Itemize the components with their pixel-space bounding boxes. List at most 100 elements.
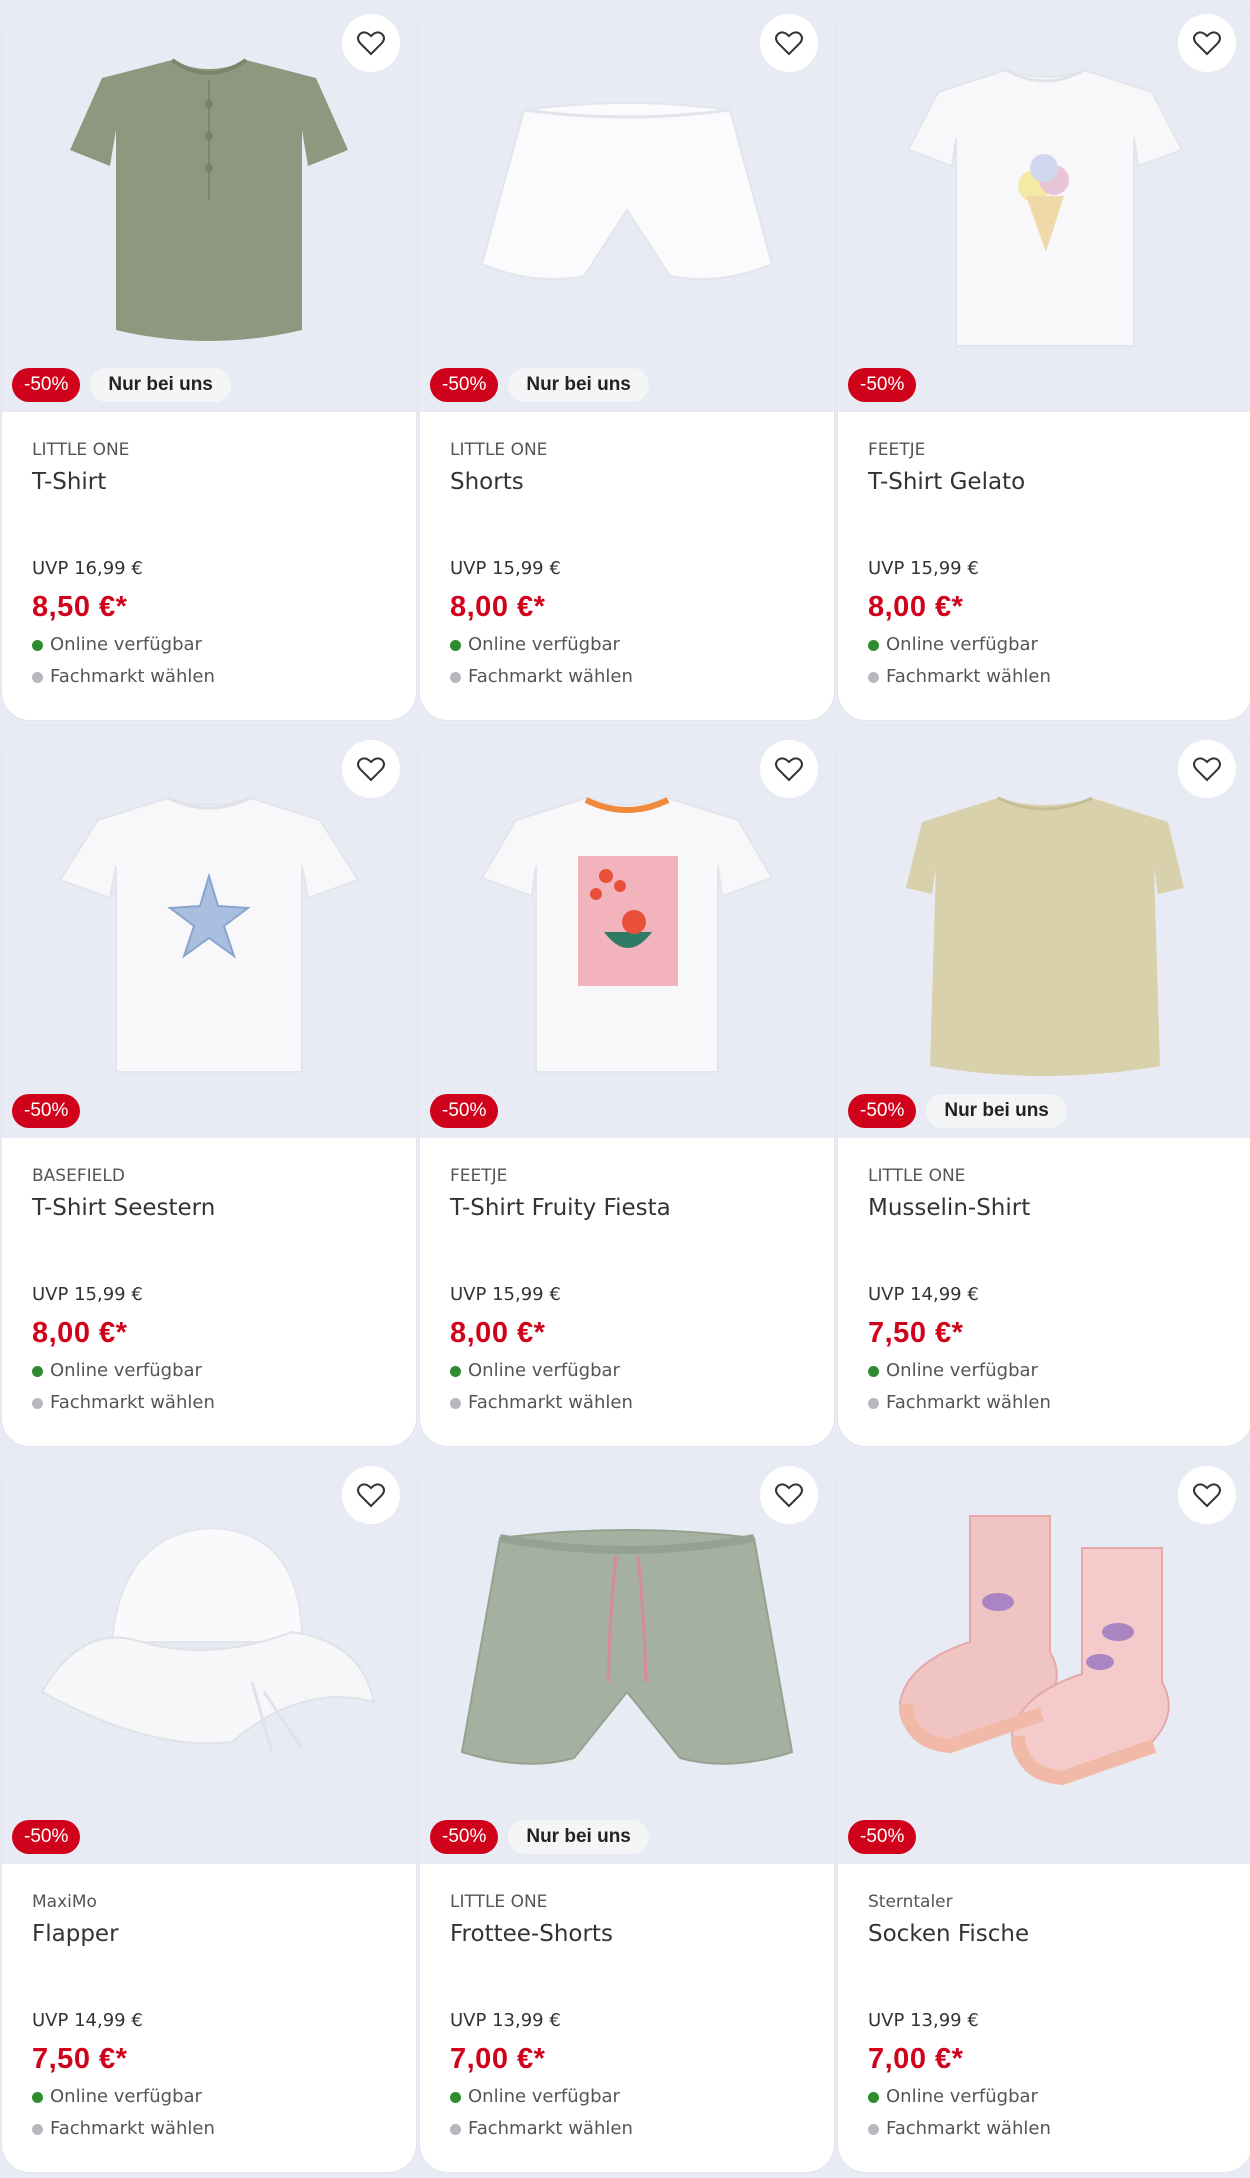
store-select-label[interactable]: Fachmarkt wählen: [50, 664, 215, 690]
exclusive-badge: Nur bei uns: [926, 1094, 1067, 1128]
product-price: 8,00 €*: [450, 1317, 546, 1349]
product-image[interactable]: -50% Nur bei uns: [2, 0, 416, 412]
product-image[interactable]: -50%: [420, 726, 834, 1138]
product-price: 7,50 €*: [868, 1317, 964, 1349]
online-status-dot: [868, 2091, 879, 2103]
discount-badge: -50%: [430, 1094, 499, 1128]
product-card[interactable]: -50% FEETJE T-Shirt Gelato UVP 15,99 € 8…: [838, 0, 1250, 720]
product-uvp: UVP 15,99 €: [32, 1284, 143, 1305]
badge-group: -50%: [12, 1820, 81, 1854]
product-price: 8,50 €*: [32, 591, 128, 623]
product-uvp: UVP 14,99 €: [32, 2010, 143, 2031]
heart-icon: [775, 757, 803, 782]
product-card[interactable]: -50% Sterntaler Socken Fische UVP 13,99 …: [838, 1452, 1250, 2172]
exclusive-badge: Nur bei uns: [508, 1820, 649, 1854]
product-price: 8,00 €*: [868, 591, 964, 623]
online-availability: Online verfügbar: [32, 632, 416, 658]
store-status-dot: [32, 2123, 43, 2135]
online-availability-label: Online verfügbar: [468, 2086, 620, 2107]
product-name[interactable]: Frottee-Shorts: [450, 1918, 834, 1950]
online-availability-label: Online verfügbar: [50, 2086, 202, 2107]
product-name[interactable]: Musselin-Shirt: [868, 1192, 1250, 1224]
product-card[interactable]: -50% MaxiMo Flapper UVP 14,99 € 7,50 €* …: [2, 1452, 416, 2172]
product-image[interactable]: -50% Nur bei uns: [838, 726, 1250, 1138]
store-select[interactable]: Fachmarkt wählen: [32, 2116, 416, 2142]
product-name[interactable]: Shorts: [450, 466, 834, 498]
store-select-label[interactable]: Fachmarkt wählen: [886, 1390, 1051, 1416]
product-card[interactable]: -50% Nur bei uns LITTLE ONE T-Shirt UVP …: [2, 0, 416, 720]
discount-badge: -50%: [430, 368, 499, 402]
store-select[interactable]: Fachmarkt wählen: [450, 2116, 834, 2142]
store-select-label[interactable]: Fachmarkt wählen: [468, 2116, 633, 2142]
product-card[interactable]: -50% BASEFIELD T-Shirt Seestern UVP 15,9…: [2, 726, 416, 1446]
store-select[interactable]: Fachmarkt wählen: [32, 664, 416, 690]
product-info: MaxiMo Flapper UVP 14,99 € 7,50 €* Onlin…: [2, 1864, 416, 2142]
store-select-label[interactable]: Fachmarkt wählen: [50, 2116, 215, 2142]
favorite-button[interactable]: [1178, 740, 1236, 798]
online-status-dot: [868, 1365, 879, 1377]
discount-badge: -50%: [430, 1820, 499, 1854]
product-uvp: UVP 15,99 €: [450, 558, 561, 579]
store-select-label[interactable]: Fachmarkt wählen: [886, 2116, 1051, 2142]
product-image[interactable]: -50%: [2, 726, 416, 1138]
product-image[interactable]: -50%: [2, 1452, 416, 1864]
store-select-label[interactable]: Fachmarkt wählen: [50, 1390, 215, 1416]
product-brand: BASEFIELD: [32, 1166, 125, 1186]
online-availability: Online verfügbar: [32, 2084, 416, 2110]
online-availability-label: Online verfügbar: [50, 1360, 202, 1381]
product-name[interactable]: Flapper: [32, 1918, 416, 1950]
store-select-label[interactable]: Fachmarkt wählen: [468, 1390, 633, 1416]
online-availability-label: Online verfügbar: [468, 634, 620, 655]
favorite-button[interactable]: [342, 1466, 400, 1524]
exclusive-badge: Nur bei uns: [508, 368, 649, 402]
product-name[interactable]: T-Shirt Gelato: [868, 466, 1250, 498]
online-availability-label: Online verfügbar: [886, 2086, 1038, 2107]
store-select[interactable]: Fachmarkt wählen: [868, 2116, 1250, 2142]
product-card[interactable]: -50% Nur bei uns LITTLE ONE Shorts UVP 1…: [420, 0, 834, 720]
online-availability: Online verfügbar: [32, 1358, 416, 1384]
store-select[interactable]: Fachmarkt wählen: [868, 1390, 1250, 1416]
product-price: 8,00 €*: [450, 591, 546, 623]
product-brand: LITTLE ONE: [868, 1166, 966, 1186]
heart-icon: [357, 757, 385, 782]
favorite-button[interactable]: [342, 14, 400, 72]
favorite-button[interactable]: [760, 740, 818, 798]
favorite-button[interactable]: [760, 14, 818, 72]
heart-icon: [1193, 757, 1221, 782]
store-status-dot: [32, 1397, 43, 1409]
product-info: LITTLE ONE Frottee-Shorts UVP 13,99 € 7,…: [420, 1864, 834, 2142]
discount-badge: -50%: [848, 1820, 917, 1854]
product-uvp: UVP 15,99 €: [450, 1284, 561, 1305]
favorite-button[interactable]: [342, 740, 400, 798]
product-card[interactable]: -50% Nur bei uns LITTLE ONE Musselin-Shi…: [838, 726, 1250, 1446]
favorite-button[interactable]: [1178, 1466, 1236, 1524]
product-name[interactable]: Socken Fische: [868, 1918, 1250, 1950]
store-select-label[interactable]: Fachmarkt wählen: [886, 664, 1051, 690]
exclusive-badge: Nur bei uns: [90, 368, 231, 402]
online-status-dot: [868, 639, 879, 651]
favorite-button[interactable]: [760, 1466, 818, 1524]
product-card[interactable]: -50% FEETJE T-Shirt Fruity Fiesta UVP 15…: [420, 726, 834, 1446]
store-select[interactable]: Fachmarkt wählen: [450, 1390, 834, 1416]
product-name[interactable]: T-Shirt: [32, 466, 416, 498]
product-image[interactable]: -50% Nur bei uns: [420, 1452, 834, 1864]
store-status-dot: [450, 2123, 461, 2135]
product-brand: LITTLE ONE: [450, 1892, 548, 1912]
product-card[interactable]: -50% Nur bei uns LITTLE ONE Frottee-Shor…: [420, 1452, 834, 2172]
favorite-button[interactable]: [1178, 14, 1236, 72]
store-select-label[interactable]: Fachmarkt wählen: [468, 664, 633, 690]
discount-badge: -50%: [12, 1094, 81, 1128]
product-image[interactable]: -50%: [838, 1452, 1250, 1864]
product-info: FEETJE T-Shirt Gelato UVP 15,99 € 8,00 €…: [838, 412, 1250, 690]
product-image[interactable]: -50% Nur bei uns: [420, 0, 834, 412]
product-image[interactable]: -50%: [838, 0, 1250, 412]
badge-group: -50% Nur bei uns: [12, 368, 231, 402]
store-select[interactable]: Fachmarkt wählen: [450, 664, 834, 690]
online-status-dot: [450, 639, 461, 651]
product-name[interactable]: T-Shirt Seestern: [32, 1192, 416, 1224]
store-select[interactable]: Fachmarkt wählen: [868, 664, 1250, 690]
product-name[interactable]: T-Shirt Fruity Fiesta: [450, 1192, 834, 1224]
store-status-dot: [868, 1397, 879, 1409]
store-select[interactable]: Fachmarkt wählen: [32, 1390, 416, 1416]
product-uvp: UVP 16,99 €: [32, 558, 143, 579]
